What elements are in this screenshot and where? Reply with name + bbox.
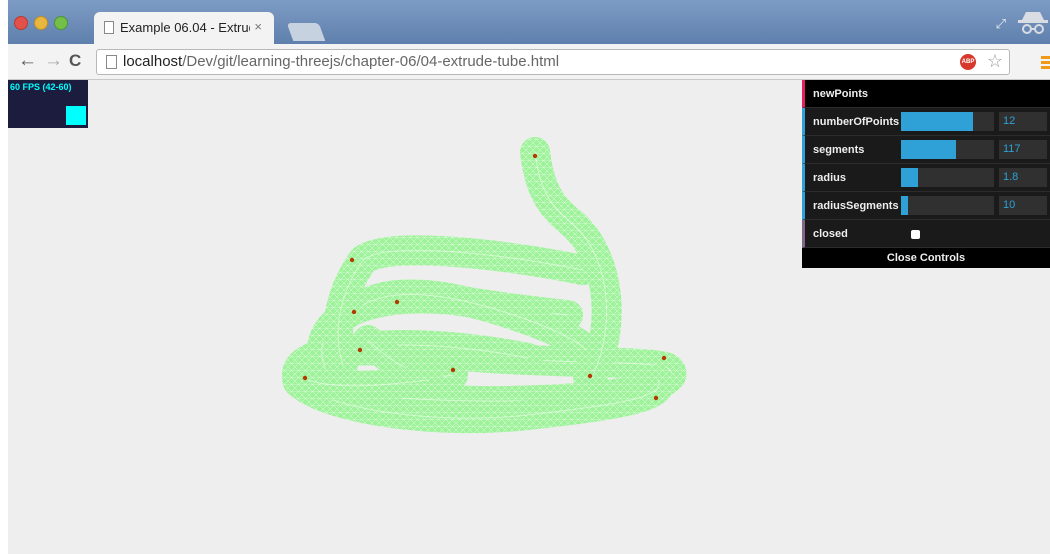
fullscreen-icon[interactable]: ⤢: [996, 16, 1006, 32]
tab-close-icon[interactable]: ×: [254, 19, 262, 34]
number-of-points-control: numberOfPoints 12: [802, 108, 1050, 136]
slider-fill: [901, 112, 973, 131]
forward-arrow-icon[interactable]: →: [44, 50, 63, 72]
closed-checkbox[interactable]: [911, 230, 920, 239]
radius-segments-slider[interactable]: [901, 196, 994, 215]
control-point: [349, 257, 355, 263]
reload-icon[interactable]: C: [69, 50, 81, 72]
control-point: [302, 375, 308, 381]
number-of-points-slider[interactable]: [901, 112, 994, 131]
radius-segments-input[interactable]: 10: [999, 196, 1047, 215]
radius-segments-control: radiusSegments 10: [802, 192, 1050, 220]
new-points-button[interactable]: newPoints: [802, 80, 1050, 108]
document-icon: [106, 55, 117, 69]
fps-stats-panel[interactable]: 60 FPS (42-60): [8, 80, 88, 128]
browser-tab[interactable]: Example 06.04 - Extrude ×: [94, 12, 274, 44]
url-text[interactable]: localhost/Dev/git/learning-threejs/chapt…: [123, 53, 559, 70]
control-point: [351, 309, 357, 315]
slider-fill: [901, 196, 909, 215]
control-label: numberOfPoints: [813, 116, 900, 128]
incognito-icon: [1018, 12, 1048, 34]
control-point: [661, 355, 667, 361]
control-point: [357, 347, 363, 353]
fps-text: 60 FPS (42-60): [10, 82, 72, 92]
url-host: localhost: [123, 53, 183, 70]
address-bar[interactable]: localhost/Dev/git/learning-threejs/chapt…: [96, 49, 1010, 75]
browser-toolbar: ← → C localhost/Dev/git/learning-threejs…: [8, 44, 1050, 80]
dat-gui-panel: newPoints numberOfPoints 12 segments 117…: [802, 80, 1050, 268]
control-label: segments: [813, 144, 865, 156]
closed-label: closed: [813, 228, 848, 240]
fps-graph: [66, 106, 86, 125]
url-path: /Dev/git/learning-threejs/chapter-06/04-…: [182, 53, 560, 70]
minimize-window-button[interactable]: [34, 16, 48, 30]
new-points-label: newPoints: [813, 88, 869, 100]
title-bar: Example 06.04 - Extrude × ⤢: [8, 0, 1050, 44]
closed-control: closed: [802, 220, 1050, 248]
segments-control: segments 117: [802, 136, 1050, 164]
control-point: [532, 153, 538, 159]
control-point: [653, 395, 659, 401]
document-icon: [104, 21, 114, 34]
browser-window: Example 06.04 - Extrude × ⤢ ← → C localh…: [8, 0, 1050, 554]
slider-fill: [901, 168, 918, 187]
control-point: [394, 299, 400, 305]
close-controls-button[interactable]: Close Controls: [802, 248, 1050, 268]
control-label: radius: [813, 172, 847, 184]
hamburger-menu-icon[interactable]: [1041, 56, 1050, 69]
back-arrow-icon[interactable]: ←: [18, 50, 37, 72]
tube-geometry: [282, 137, 687, 434]
segments-slider[interactable]: [901, 140, 994, 159]
tab-title: Example 06.04 - Extrude: [120, 20, 250, 35]
tube-wireframe: [293, 365, 443, 401]
control-label: radiusSegments: [813, 200, 899, 212]
webgl-canvas[interactable]: 60 FPS (42-60) newPoints numberOfPoints …: [8, 80, 1050, 554]
close-window-button[interactable]: [14, 16, 28, 30]
adblock-icon[interactable]: ABP: [960, 54, 976, 70]
radius-slider[interactable]: [901, 168, 994, 187]
control-point: [587, 373, 593, 379]
maximize-window-button[interactable]: [54, 16, 68, 30]
radius-input[interactable]: 1.8: [999, 168, 1047, 187]
star-icon[interactable]: ☆: [987, 51, 1003, 72]
segments-input[interactable]: 117: [999, 140, 1047, 159]
number-of-points-input[interactable]: 12: [999, 112, 1047, 131]
new-tab-button[interactable]: [286, 23, 326, 41]
control-point: [450, 367, 456, 373]
radius-control: radius 1.8: [802, 164, 1050, 192]
slider-fill: [901, 140, 956, 159]
